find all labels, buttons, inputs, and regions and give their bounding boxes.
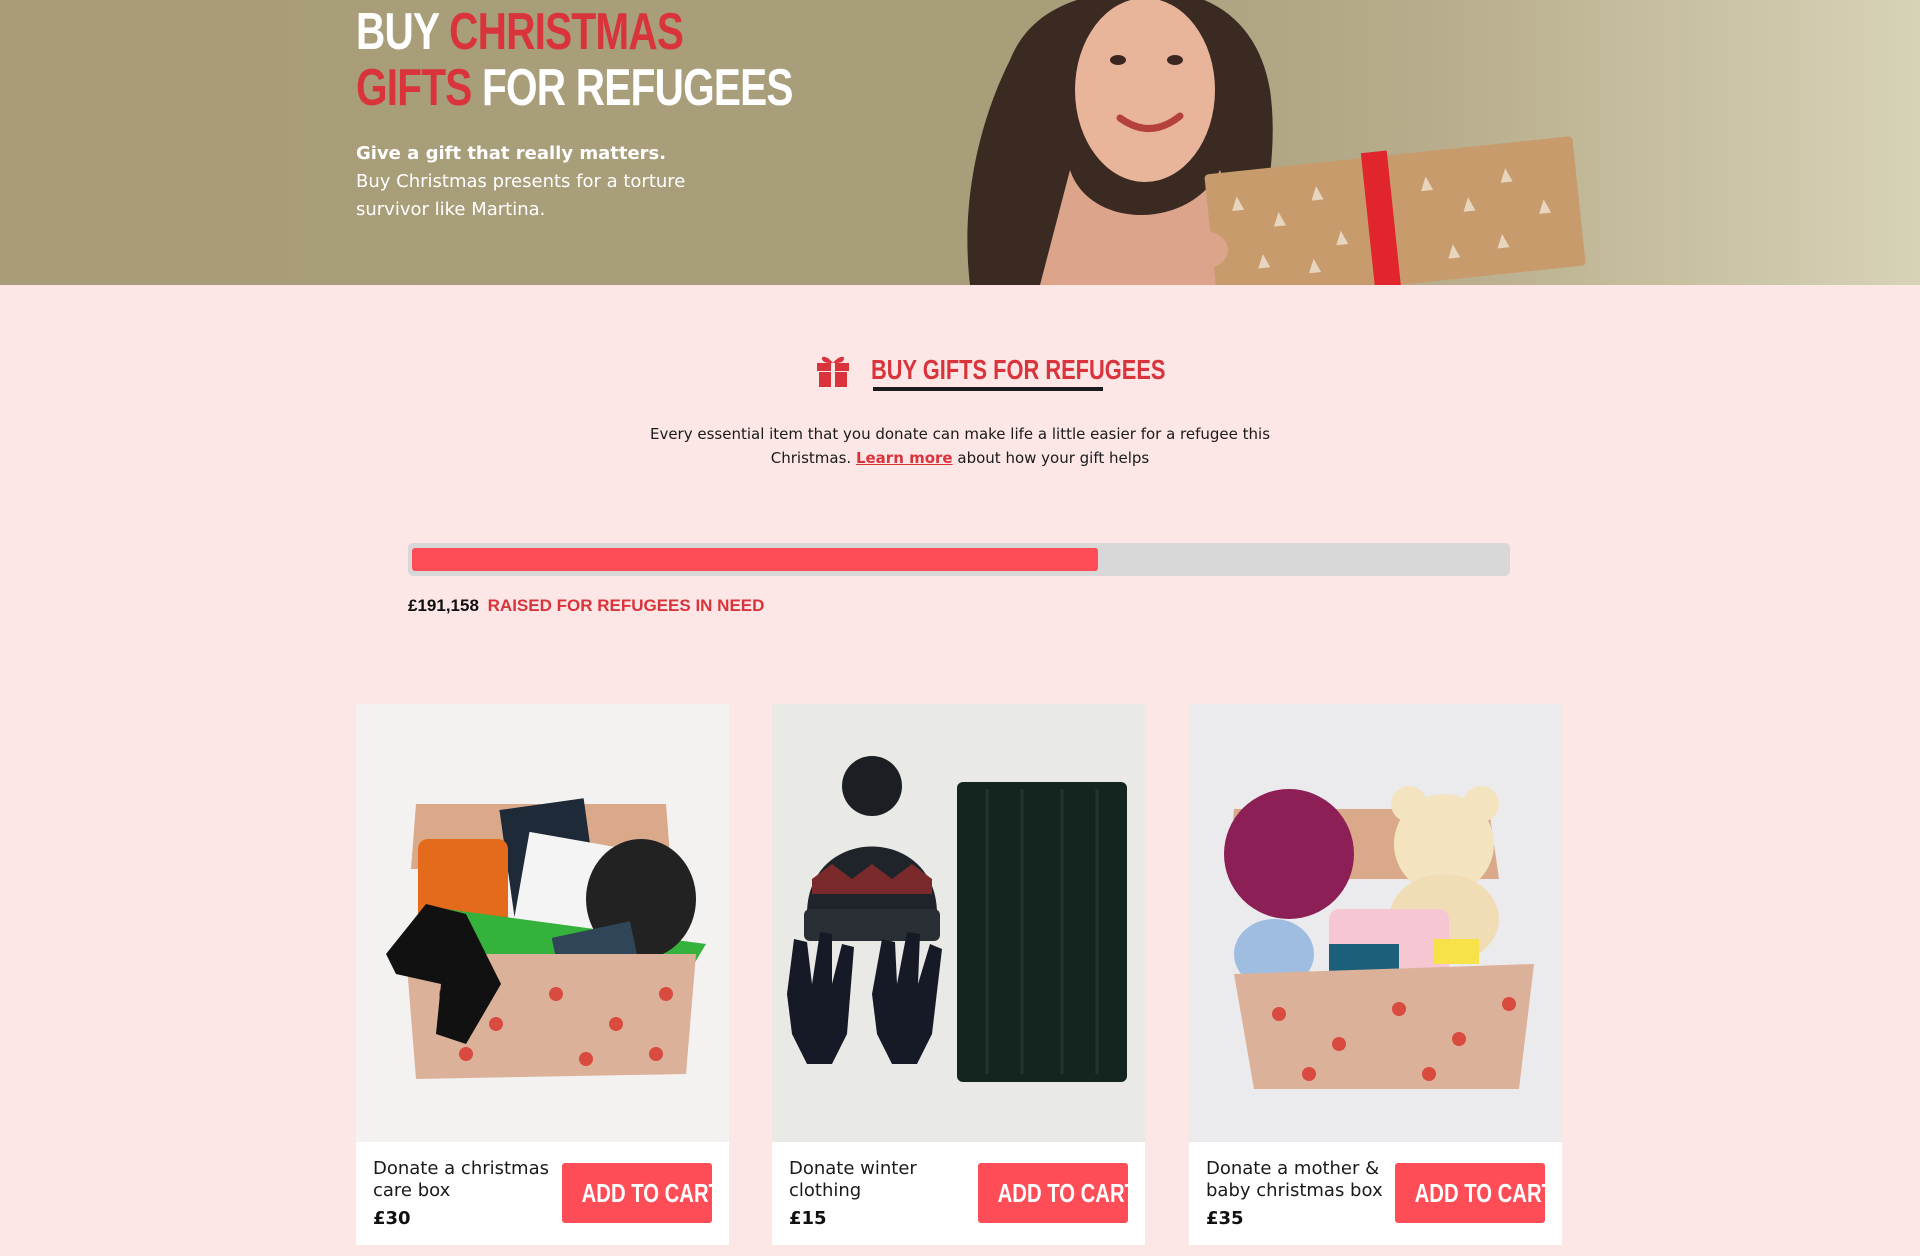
raised-amount: £191,158: [408, 596, 479, 615]
section-title-underline: [873, 387, 1103, 391]
hero-banner: BUY CHRISTMAS GIFTS FOR REFUGEES Give a …: [0, 0, 1920, 285]
hero-photo: [967, 0, 1586, 285]
add-to-cart-button[interactable]: ADD TO CART: [562, 1163, 721, 1223]
product-name: Donate winter clothing: [789, 1158, 917, 1201]
add-to-cart-button[interactable]: ADD TO CART: [978, 1163, 1137, 1223]
product-image-care-box: [356, 704, 729, 1142]
raised-total: £191,158 RAISED FOR REFUGEES IN NEED: [408, 596, 764, 616]
progress-fill: [412, 548, 1098, 571]
product-image-winter-clothing: [772, 704, 1145, 1142]
raised-label: RAISED FOR REFUGEES IN NEED: [487, 596, 765, 615]
product-card: Donate a christmas care box £30 ADD TO C…: [356, 704, 729, 1245]
product-image-mother-baby-box: [1189, 704, 1562, 1142]
section-title: BUY GIFTS FOR REFUGEES: [871, 354, 1166, 385]
product-card: Donate winter clothing £15 ADD TO CART: [772, 704, 1145, 1245]
product-card: Donate a mother & baby christmas box £35…: [1189, 704, 1562, 1245]
learn-more-link[interactable]: Learn more: [856, 449, 953, 467]
fundraising-progress-bar: [408, 543, 1510, 576]
hero-subtitle: Give a gift that really matters. Buy Chr…: [356, 143, 686, 220]
product-name: Donate a mother & baby christmas box: [1206, 1158, 1383, 1201]
product-price: £35: [1206, 1208, 1244, 1229]
hero-title: BUY CHRISTMAS GIFTS FOR REFUGEES: [356, 3, 793, 117]
product-name: Donate a christmas care box: [373, 1158, 550, 1201]
intro-text: Every essential item that you donate can…: [649, 425, 1271, 467]
add-to-cart-button[interactable]: ADD TO CART: [1395, 1163, 1554, 1223]
product-price: £15: [789, 1208, 827, 1229]
gift-icon: [817, 356, 849, 387]
product-price: £30: [373, 1208, 411, 1229]
